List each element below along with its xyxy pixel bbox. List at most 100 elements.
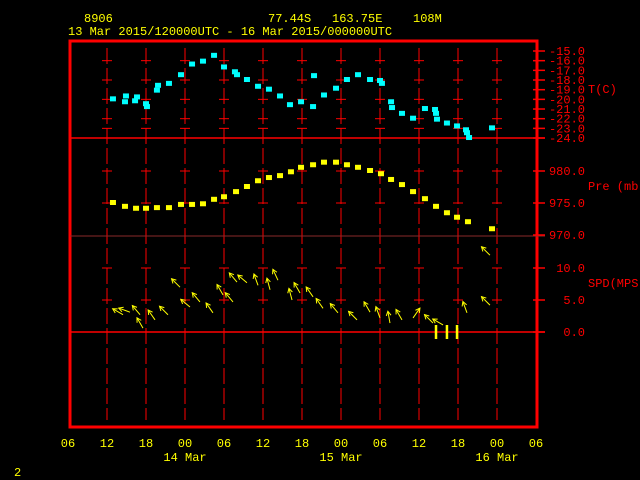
temperature-point [243, 77, 250, 83]
x-tick-label: 00 [334, 437, 348, 451]
pressure-point [165, 205, 172, 211]
axis-tick-label: 5.0 [563, 294, 585, 308]
temperature-point [310, 104, 317, 110]
temperature-point [311, 73, 318, 79]
temperature-point [211, 52, 218, 58]
right-axis: -15.0-16.0-17.0-18.0-19.0-20.0-21.0-22.0… [533, 45, 585, 340]
pressure-point [287, 169, 294, 175]
pressure-point [255, 178, 262, 184]
wind-arrow [147, 309, 156, 321]
wind-arrow [480, 245, 491, 256]
temperature-point [333, 85, 340, 91]
meteogram: 8906 77.44S 163.75E 108M 13 Mar 2015/120… [14, 12, 640, 480]
wind-arrow [385, 310, 392, 324]
period-title: 13 Mar 2015/120000UTC - 16 Mar 2015/0000… [68, 25, 392, 39]
pressure-point [153, 205, 160, 211]
pressure-point [177, 201, 184, 207]
station-id: 8906 [84, 12, 113, 26]
pressure-point [143, 205, 149, 211]
temperature-point [277, 93, 284, 99]
axis-tick-label: -24.0 [549, 132, 585, 146]
pressure-point [489, 226, 496, 232]
wind-arrow [305, 286, 314, 298]
temperature-point [286, 102, 293, 108]
pressure-point [199, 201, 206, 207]
pressure-point [367, 168, 374, 173]
pressure-point [109, 200, 116, 205]
temperature-point [265, 86, 272, 92]
wind-arrow [170, 277, 181, 288]
temperature-point [153, 87, 160, 93]
temperature-point [433, 110, 440, 116]
temperature-point [199, 58, 206, 64]
wind-arrow [315, 297, 324, 309]
temperature-point [234, 72, 240, 78]
wind-arrow [480, 295, 491, 306]
x-tick-label: 00 [490, 437, 504, 451]
pressure-point [133, 205, 140, 211]
x-axis: 06 12 18 00 06 12 18 00 06 12 18 00 06 14 Mar 15 Mar 16… [61, 437, 543, 465]
x-tick-label: 06 [529, 437, 543, 451]
longitude: 163.75E [332, 12, 382, 26]
wind-arrow [272, 268, 279, 281]
temperature-point [143, 104, 150, 110]
temperature-point [378, 80, 385, 86]
x-tick-label: 12 [412, 437, 426, 451]
x-date-label: 15 Mar [319, 451, 362, 465]
pressure-point [211, 196, 218, 202]
axis-tick-label: 980.0 [549, 165, 585, 179]
elevation: 108M [413, 12, 442, 26]
temperature-point [443, 120, 450, 126]
temperature-point [165, 80, 172, 86]
wind-arrow [287, 287, 293, 301]
x-tick-label: 06 [373, 437, 387, 451]
temperature-point [433, 116, 440, 122]
temperature-point [177, 72, 184, 78]
pressure-point [464, 219, 471, 225]
temperature-point [221, 64, 227, 70]
pressure-point [454, 214, 461, 220]
pressure-point [265, 175, 272, 181]
pressure-point [377, 171, 384, 177]
axis-tick-label: 0.0 [563, 326, 585, 340]
wind-arrow [158, 305, 169, 316]
temperature-point [388, 99, 395, 105]
pressure-point [310, 162, 317, 168]
temperature-point [134, 94, 141, 100]
wind-arrow [293, 281, 301, 294]
wind-arrow [431, 318, 444, 326]
speed-axis-title: SPD(MPS) [588, 277, 640, 291]
wind-arrow [363, 300, 371, 313]
pressure-point [320, 159, 327, 165]
x-tick-label: 12 [100, 437, 114, 451]
temperature-point [122, 93, 129, 99]
wind-arrow [191, 291, 201, 303]
x-tick-label: 06 [61, 437, 75, 451]
pressure-axis-title: Pre (mb) [588, 180, 640, 194]
pressure-point [243, 184, 250, 189]
wind-arrow [347, 310, 358, 321]
pressure-point [388, 176, 395, 182]
axis-tick-label: 970.0 [549, 229, 585, 243]
pressure-point [433, 203, 440, 209]
wind-arrow [136, 316, 144, 329]
pressure-point [121, 203, 128, 209]
wind-arrow [423, 313, 434, 324]
temperature-point [367, 77, 374, 83]
temperature-point [398, 110, 405, 116]
wind-arrow [205, 302, 214, 314]
pressure-point [189, 201, 196, 207]
temperature-point [466, 135, 473, 141]
wind-arrow [252, 273, 259, 286]
wind-arrow [374, 305, 381, 319]
pressure-point [298, 164, 305, 170]
wind-arrow [117, 306, 131, 313]
x-tick-label: 18 [139, 437, 153, 451]
pressure-point [221, 194, 227, 200]
temperature-point [463, 130, 470, 136]
wind-arrow [329, 302, 339, 314]
wind-arrow [236, 274, 248, 284]
axis-tick-label: 10.0 [556, 262, 585, 276]
pressure-point [333, 159, 340, 165]
x-date-label: 16 Mar [475, 451, 518, 465]
